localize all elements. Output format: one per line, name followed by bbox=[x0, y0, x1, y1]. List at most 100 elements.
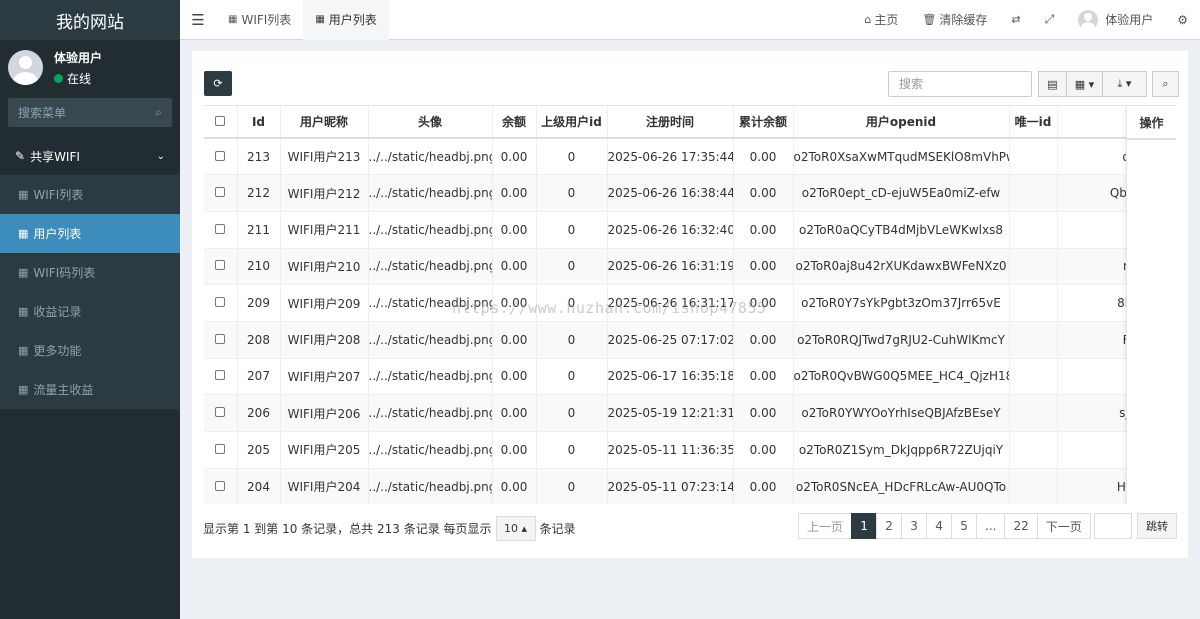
row-checkbox[interactable] bbox=[204, 284, 238, 322]
table-row[interactable]: 210 WIFI用户210 ../../static/headbj.png 0.00 0… bbox=[204, 248, 1176, 286]
table-row[interactable]: 205 WIFI用户205 ../../static/headbj.png 0.00 0… bbox=[204, 431, 1176, 469]
sidebar-item-wifi-list[interactable]: ▦ WIFI列表 bbox=[0, 175, 180, 214]
column-header[interactable]: 上级用户id bbox=[536, 106, 608, 139]
table-cell: 0.00 bbox=[733, 394, 794, 432]
grid-icon: ▦ ▾ bbox=[1074, 77, 1095, 91]
table-cell: WIFI用户208 bbox=[280, 321, 369, 359]
sidebar-group-label: 共享WIFI bbox=[30, 149, 80, 164]
row-checkbox[interactable] bbox=[204, 138, 238, 176]
column-header[interactable]: 用户昵称 bbox=[280, 106, 369, 139]
column-header[interactable]: Id bbox=[237, 106, 281, 139]
table-cell: 0.00 bbox=[733, 358, 794, 396]
tab-user-list[interactable]: ▦ 用户列表 bbox=[303, 0, 389, 40]
page-button[interactable]: 5 bbox=[951, 513, 978, 539]
sidebar-item-income-records[interactable]: ▦ 收益记录 bbox=[0, 292, 180, 331]
page-button[interactable]: 1 bbox=[851, 513, 878, 539]
sidebar-item-wifi-code-list[interactable]: ▦ WIFI码列表 bbox=[0, 253, 180, 292]
table-cell: ../../static/headbj.png bbox=[368, 174, 493, 212]
row-checkbox[interactable] bbox=[204, 431, 238, 469]
jump-page-input[interactable] bbox=[1094, 513, 1132, 539]
user-name: 体验用户 bbox=[54, 50, 103, 65]
sidebar-item-more-features[interactable]: ▦ 更多功能 bbox=[0, 331, 180, 370]
sidebar-item-user-list[interactable]: ▦ 用户列表 bbox=[0, 214, 180, 253]
column-header[interactable]: 唯一id bbox=[1009, 106, 1058, 139]
table-row[interactable]: 213 WIFI用户213 ../../static/headbj.png 0.00 0… bbox=[204, 138, 1176, 176]
table-cell: 0 bbox=[536, 358, 608, 396]
table-row[interactable]: 207 WIFI用户207 ../../static/headbj.png 0.00 0… bbox=[204, 358, 1176, 396]
table-cell: o2ToR0QvBWG0Q5MEE_HC4_QjzH18 bbox=[793, 358, 1010, 396]
row-checkbox[interactable] bbox=[204, 174, 238, 212]
table-row[interactable]: 206 WIFI用户206 ../../static/headbj.png 0.00 0… bbox=[204, 394, 1176, 432]
page-button[interactable]: 2 bbox=[876, 513, 903, 539]
menu-toggle-icon[interactable]: ☰ bbox=[180, 11, 216, 29]
avatar bbox=[1078, 9, 1099, 30]
export-button[interactable]: ⤓ ▾ bbox=[1102, 71, 1147, 97]
page-button[interactable]: 3 bbox=[901, 513, 928, 539]
page-button[interactable]: 22 bbox=[1004, 513, 1038, 539]
table-cell: ../../static/headbj.png bbox=[368, 394, 493, 432]
user-menu[interactable]: 体验用户 bbox=[1066, 9, 1165, 30]
table-cell: 0 bbox=[536, 138, 608, 176]
select-all-checkbox[interactable] bbox=[204, 106, 238, 139]
sidebar-search-input[interactable] bbox=[18, 105, 138, 120]
table-cell: 210 bbox=[237, 248, 281, 286]
row-checkbox[interactable] bbox=[204, 358, 238, 396]
row-checkbox[interactable] bbox=[204, 211, 238, 249]
column-header[interactable]: 余额 bbox=[492, 106, 537, 139]
toggle-view-button[interactable]: ▤ bbox=[1038, 71, 1067, 97]
row-checkbox[interactable] bbox=[204, 468, 238, 504]
table-cell: WIFI用户209 bbox=[280, 284, 369, 322]
table-icon: ▦ bbox=[228, 14, 238, 25]
row-checkbox[interactable] bbox=[204, 394, 238, 432]
prev-page-button[interactable]: 上一页 bbox=[798, 513, 853, 539]
table-cell: 0.00 bbox=[733, 468, 794, 504]
table-icon: ▦ bbox=[18, 227, 29, 240]
settings-button[interactable]: ⚙ bbox=[1165, 13, 1200, 27]
clear-cache-button[interactable]: 🗑 清除缓存 bbox=[910, 11, 999, 28]
pagination-info-text: 显示第 1 到第 10 条记录，总共 213 条记录 每页显示 bbox=[203, 522, 492, 536]
table-cell bbox=[1009, 468, 1058, 504]
table-cell: ../../static/headbj.png bbox=[368, 358, 493, 396]
refresh-button[interactable]: ⟳ bbox=[204, 71, 232, 96]
fullscreen-button[interactable]: ⤢ bbox=[1033, 12, 1067, 27]
page-button[interactable]: 4 bbox=[926, 513, 953, 539]
table-cell: 208 bbox=[237, 321, 281, 359]
table-cell: 0.00 bbox=[733, 174, 794, 212]
jump-button[interactable]: 跳转 bbox=[1137, 513, 1177, 539]
tab-wifi-list[interactable]: ▦ WIFI列表 bbox=[216, 0, 303, 40]
page-size-select[interactable]: 10 ▴ bbox=[495, 516, 536, 541]
table-cell bbox=[1009, 358, 1058, 396]
tab-label: WIFI列表 bbox=[241, 13, 292, 27]
table-row[interactable]: 208 WIFI用户208 ../../static/headbj.png 0.00 0… bbox=[204, 321, 1176, 359]
table-row[interactable]: 204 WIFI用户204 ../../static/headbj.png 0.00 0… bbox=[204, 468, 1176, 504]
columns-button[interactable]: ▦ ▾ bbox=[1066, 71, 1103, 97]
table-cell: 0.00 bbox=[492, 211, 537, 249]
column-header[interactable]: 注册时间 bbox=[607, 106, 734, 139]
table-cell: 0.00 bbox=[492, 284, 537, 322]
row-checkbox[interactable] bbox=[204, 321, 238, 359]
gears-icon: ⚙ bbox=[1177, 12, 1188, 27]
pagination-info-suffix: 条记录 bbox=[539, 522, 576, 536]
column-header[interactable]: 头像 bbox=[368, 106, 493, 139]
row-checkbox[interactable] bbox=[204, 248, 238, 286]
table-search-input[interactable] bbox=[888, 71, 1032, 97]
table-cell bbox=[1009, 174, 1058, 212]
sidebar-search: ⌕ bbox=[8, 98, 172, 127]
home-link[interactable]: ⌂ 主页 bbox=[852, 11, 910, 28]
column-header[interactable]: 累计余额 bbox=[733, 106, 794, 139]
sidebar-group-shared-wifi[interactable]: ✎ 共享WIFI ⌄ bbox=[0, 141, 180, 171]
column-header[interactable]: 用户openid bbox=[793, 106, 1010, 139]
search-icon[interactable]: ⌕ bbox=[155, 105, 162, 120]
table-row[interactable]: 211 WIFI用户211 ../../static/headbj.png 0.00 0… bbox=[204, 211, 1176, 249]
advanced-search-button[interactable]: ⌕ bbox=[1152, 71, 1179, 97]
refresh-icon: ⟳ bbox=[213, 77, 223, 90]
table-cell: WIFI用户210 bbox=[280, 248, 369, 286]
sidebar-item-label: WIFI列表 bbox=[33, 188, 84, 202]
site-title[interactable]: 我的网站 bbox=[0, 0, 180, 40]
next-page-button[interactable]: 下一页 bbox=[1036, 513, 1091, 539]
sidebar-item-traffic-income[interactable]: ▦ 流量主收益 bbox=[0, 370, 180, 409]
translate-button[interactable]: ⇄ bbox=[999, 13, 1032, 26]
user-status-label: 在线 bbox=[67, 71, 92, 86]
table-row[interactable]: 209 WIFI用户209 ../../static/headbj.png 0.00 0… bbox=[204, 284, 1176, 322]
table-row[interactable]: 212 WIFI用户212 ../../static/headbj.png 0.00 0… bbox=[204, 174, 1176, 212]
